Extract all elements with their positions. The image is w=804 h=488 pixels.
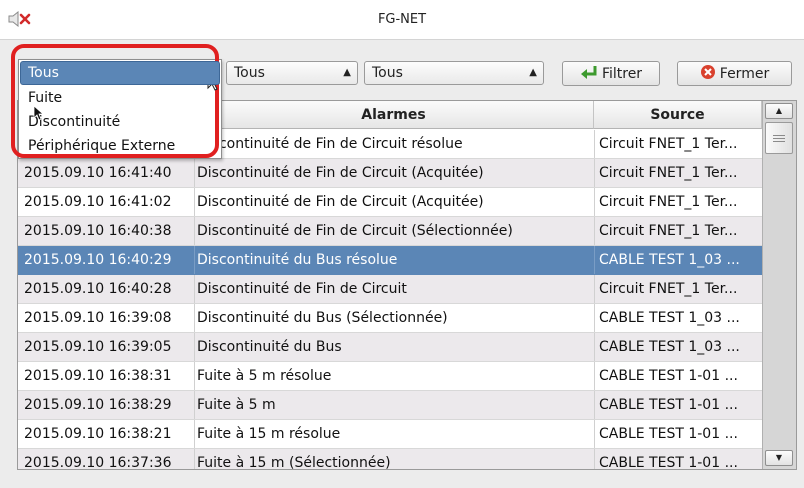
date-cell: 2015.09.10 16:38:21 (24, 426, 172, 442)
filter-combo-2-value: Tous (234, 65, 265, 81)
alarm-cell: Discontinuité de Fin de Circuit résolue (194, 130, 597, 158)
close-button[interactable]: Fermer (677, 61, 792, 86)
source-cell: Circuit FNET_1 Ter... (594, 188, 767, 216)
filter-combo-2[interactable]: Tous ▲ (226, 61, 358, 85)
alarm-cell: Discontinuité de Fin de Circuit (194, 275, 597, 303)
alarm-cell: Fuite à 15 m résolue (194, 420, 597, 448)
filter-button-label: Filtrer (601, 65, 643, 82)
table-row[interactable]: 2015.09.10 16:38:29 Fuite à 5 m CABLE TEST… (18, 391, 762, 420)
alarm-cell: Discontinuité de Fin de Circuit (Acquité… (194, 188, 597, 216)
table-row[interactable]: 2015.09.10 16:38:21 Fuite à 15 m résolue C… (18, 420, 762, 449)
source-cell: CABLE TEST 1-01 ... (594, 362, 767, 390)
table-row[interactable]: 2015.09.10 16:40:38 Discontinuité de Fin … (18, 217, 762, 246)
scroll-up-arrow-icon[interactable]: ▲ (765, 103, 793, 119)
source-cell: Circuit FNET_1 Ter... (594, 159, 767, 187)
table-row[interactable]: 2015.09.10 16:38:31 Fuite à 5 m résolue CA… (18, 362, 762, 391)
source-cell: CABLE TEST 1_03 ... (594, 333, 767, 361)
alarm-cell: Discontinuité du Bus (194, 333, 597, 361)
column-header-source[interactable]: Source (594, 101, 762, 129)
table-row[interactable]: 2015.09.10 16:41:40 Discontinuité de Fin … (18, 159, 762, 188)
scrollbar-thumb[interactable] (765, 122, 793, 154)
date-cell: 2015.09.10 16:40:29 (24, 252, 172, 268)
alarm-cell: Fuite à 5 m (194, 391, 597, 419)
mouse-pointer-icon (33, 105, 44, 121)
source-cell: CABLE TEST 1_03 ... (594, 246, 767, 274)
alarm-cell: Discontinuité du Bus (Sélectionnée) (194, 304, 597, 332)
source-cell: CABLE TEST 1-01 ... (594, 420, 767, 448)
filter-combo-3-value: Tous (372, 65, 403, 81)
alarm-cell: Discontinuité de Fin de Circuit (Sélecti… (194, 217, 597, 245)
table-row[interactable]: 2015.09.10 16:39:08 Discontinuité du Bus … (18, 304, 762, 333)
close-button-label: Fermer (719, 65, 770, 82)
source-cell: CABLE TEST 1-01 ... (594, 449, 767, 469)
alarm-cell: Fuite à 5 m résolue (194, 362, 597, 390)
alarm-cell: Discontinuité du Bus résolue (194, 246, 597, 274)
scroll-down-arrow-icon[interactable]: ▼ (765, 450, 793, 466)
date-cell: 2015.09.10 16:38:29 (24, 397, 172, 413)
source-cell: CABLE TEST 1_03 ... (594, 304, 767, 332)
date-cell: 2015.09.10 16:40:28 (24, 281, 172, 297)
dropdown-option[interactable]: Fuite (20, 86, 220, 110)
updown-arrows-icon: ▲ (529, 67, 537, 78)
table-row[interactable]: 2015.09.10 16:37:36 Fuite à 15 m (Sélecti… (18, 449, 762, 470)
window-title: FG-NET (377, 12, 427, 27)
source-cell: Circuit FNET_1 Ter... (594, 130, 767, 158)
table-row[interactable]: 2015.09.10 16:40:28 Discontinuité de Fin … (18, 275, 762, 304)
table-row[interactable]: 2015.09.10 16:41:02 Discontinuité de Fin … (18, 188, 762, 217)
source-cell: Circuit FNET_1 Ter... (594, 275, 767, 303)
table-row[interactable]: 2015.09.10 16:39:05 Discontinuité du Bus C… (18, 333, 762, 362)
filter-combo-3[interactable]: Tous ▲ (364, 61, 544, 85)
filter-button[interactable]: Filtrer (562, 61, 660, 86)
dropdown-option[interactable]: Périphérique Externe (20, 134, 220, 158)
dropdown-option[interactable]: Discontinuité (20, 110, 220, 134)
date-cell: 2015.09.10 16:41:40 (24, 165, 172, 181)
source-cell: CABLE TEST 1-01 ... (594, 391, 767, 419)
alarm-type-combo[interactable]: Tous (20, 61, 220, 85)
column-header-alarms[interactable]: Alarmes (194, 101, 594, 129)
alarm-cell: Discontinuité de Fin de Circuit (Acquité… (194, 159, 597, 187)
alarm-type-combo-value: Tous (28, 65, 59, 81)
title-bar: FG-NET (0, 0, 804, 40)
date-cell: 2015.09.10 16:38:31 (24, 368, 172, 384)
date-cell: 2015.09.10 16:39:08 (24, 310, 172, 326)
alarm-cell: Fuite à 15 m (Sélectionnée) (194, 449, 597, 469)
source-cell: Circuit FNET_1 Ter... (594, 217, 767, 245)
table-row[interactable]: 2015.09.10 16:40:29 Discontinuité du Bus … (18, 246, 762, 275)
vertical-scrollbar[interactable]: ▲ ▼ (762, 101, 796, 469)
date-cell: 2015.09.10 16:37:36 (24, 455, 172, 470)
red-x-icon (700, 64, 716, 84)
date-cell: 2015.09.10 16:40:38 (24, 223, 172, 239)
date-cell: 2015.09.10 16:41:02 (24, 194, 172, 210)
green-arrow-icon (580, 65, 598, 83)
updown-arrows-icon: ▲ (343, 67, 351, 78)
date-cell: 2015.09.10 16:39:05 (24, 339, 172, 355)
